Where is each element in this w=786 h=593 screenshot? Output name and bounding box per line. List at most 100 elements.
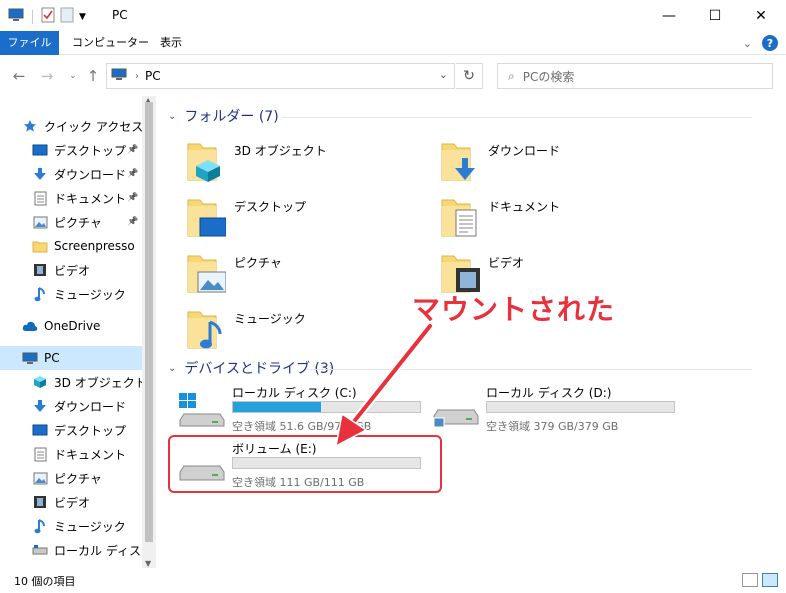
sidebar-item[interactable]: ミュージック bbox=[0, 282, 142, 306]
sidebar-item-label: ミュージック bbox=[54, 519, 126, 534]
sidebar-item[interactable]: デスクトップ 📌 bbox=[0, 138, 142, 162]
folder-item[interactable]: ドキュメント bbox=[440, 192, 670, 240]
folder-item[interactable]: ピクチャ bbox=[186, 248, 416, 296]
folder-item[interactable]: デスクトップ bbox=[186, 192, 416, 240]
new-folder-icon[interactable] bbox=[60, 7, 74, 26]
chevron-down-icon[interactable]: ⌄ bbox=[439, 68, 448, 81]
scrollbar-thumb[interactable] bbox=[145, 102, 153, 542]
arrow-left-icon: ← bbox=[12, 67, 26, 85]
up-button[interactable]: ↑ bbox=[82, 65, 104, 87]
pin-icon[interactable]: 📌 bbox=[127, 145, 138, 155]
download-icon bbox=[32, 166, 48, 182]
sidebar-item[interactable]: クイック アクセス bbox=[0, 114, 143, 138]
quick-access-toolbar: ▼ bbox=[8, 7, 86, 26]
sidebar-item-label: ピクチャ bbox=[54, 215, 102, 230]
arrow-right-icon: → bbox=[40, 67, 54, 85]
sidebar-item[interactable]: ダウンロード bbox=[0, 394, 142, 418]
annotation-arrow bbox=[334, 322, 434, 448]
sidebar-item[interactable]: 3D オブジェクト bbox=[0, 370, 147, 394]
maximize-button[interactable]: ☐ bbox=[692, 0, 738, 31]
sidebar-item-label: デスクトップ bbox=[54, 423, 127, 438]
folder-item[interactable]: 3D オブジェクト bbox=[186, 136, 416, 184]
sidebar-item[interactable]: PC bbox=[0, 346, 142, 370]
window-title: PC bbox=[112, 8, 128, 22]
chevron-down-icon: ⌄ bbox=[69, 71, 77, 81]
pin-icon[interactable]: 📌 bbox=[127, 217, 138, 227]
sidebar-scrollbar[interactable]: ▲ ▼ bbox=[142, 96, 156, 568]
sidebar-item-label: ビデオ bbox=[54, 495, 91, 510]
search-placeholder: PCの検索 bbox=[522, 69, 575, 84]
sidebar-item-label: Screenpresso bbox=[54, 239, 135, 253]
content-pane: ⌄ フォルダー (7) 3D オブジェクト ダウンロード デスクトップ ドキュメントピ… bbox=[158, 96, 786, 568]
breadcrumb-pc[interactable]: PC bbox=[145, 69, 161, 83]
video-icon bbox=[32, 262, 48, 278]
group-header-devices[interactable]: ⌄ デバイスとドライブ (3) bbox=[168, 358, 334, 378]
help-icon[interactable]: ? bbox=[762, 35, 778, 51]
sidebar-item[interactable]: ミュージック bbox=[0, 514, 142, 538]
folder-icon bbox=[32, 238, 48, 254]
sidebar-item[interactable]: Screenpresso bbox=[0, 234, 142, 258]
drive-usage-bar bbox=[486, 401, 675, 413]
customize-qat-icon[interactable]: ▼ bbox=[79, 12, 86, 22]
refresh-button[interactable]: ↻ bbox=[456, 63, 483, 89]
pc-icon[interactable] bbox=[8, 8, 24, 25]
back-button[interactable]: ← bbox=[8, 65, 30, 87]
search-icon: ⌕ bbox=[508, 68, 515, 83]
sidebar-item[interactable]: OneDrive bbox=[0, 314, 142, 338]
tab-view[interactable]: 表示 bbox=[148, 31, 194, 55]
pc-icon bbox=[22, 350, 38, 366]
sidebar-item[interactable]: ドキュメント 📌 bbox=[0, 186, 142, 210]
sidebar-item[interactable]: ピクチャ 📌 bbox=[0, 210, 142, 234]
sidebar-item[interactable]: ローカル ディスク (C bbox=[0, 538, 156, 562]
minimize-button[interactable]: — bbox=[646, 0, 692, 31]
chevron-down-icon: ⌄ bbox=[168, 362, 177, 374]
expand-ribbon-icon[interactable]: ⌄ bbox=[743, 37, 752, 50]
desktop-folder-icon bbox=[186, 192, 227, 238]
forward-button[interactable]: → bbox=[36, 65, 58, 87]
search-box[interactable]: ⌕ PCの検索 bbox=[497, 63, 773, 89]
title-bar: ▼ PC — ☐ ✕ bbox=[0, 0, 786, 31]
sidebar-item-label: ドキュメント bbox=[54, 191, 127, 206]
sidebar-item[interactable]: ピクチャ bbox=[0, 466, 142, 490]
chevron-down-icon: ⌄ bbox=[168, 110, 177, 122]
scroll-down-icon[interactable]: ▼ bbox=[145, 559, 151, 568]
group-header-folders[interactable]: ⌄ フォルダー (7) bbox=[168, 106, 279, 126]
drive-free-space: 空き領域 379 GB/379 GB bbox=[486, 420, 619, 433]
pin-icon[interactable]: 📌 bbox=[127, 169, 138, 179]
folder-item[interactable]: ダウンロード bbox=[440, 136, 670, 184]
sidebar-item[interactable]: ビデオ bbox=[0, 258, 142, 282]
sidebar-item-label: ピクチャ bbox=[54, 471, 102, 486]
cube-icon bbox=[32, 374, 48, 390]
download-icon bbox=[32, 398, 48, 414]
sidebar-item[interactable]: ビデオ bbox=[0, 490, 142, 514]
picture-folder-icon bbox=[186, 248, 227, 294]
sidebar-item-label: デスクトップ bbox=[54, 143, 127, 158]
folder-label: ピクチャ bbox=[234, 256, 282, 270]
recent-locations-button[interactable]: ⌄ bbox=[62, 65, 84, 87]
sidebar-item[interactable]: ドキュメント bbox=[0, 442, 142, 466]
sidebar-item[interactable]: ダウンロード 📌 bbox=[0, 162, 142, 186]
star-icon bbox=[22, 118, 38, 134]
pin-icon[interactable]: 📌 bbox=[127, 193, 138, 203]
sidebar-item-label: ドキュメント bbox=[54, 447, 127, 462]
status-bar: 10 個の項目 bbox=[0, 568, 786, 593]
sidebar-item-label: ローカル ディスク (C bbox=[54, 543, 156, 558]
group-title: デバイスとドライブ (3) bbox=[184, 361, 335, 377]
large-icons-view-button[interactable] bbox=[762, 573, 778, 587]
sidebar-item[interactable]: デスクトップ bbox=[0, 418, 142, 442]
folder-label: ミュージック bbox=[234, 312, 306, 326]
tab-file[interactable]: ファイル bbox=[0, 31, 59, 55]
navigation-bar: ← → ⌄ ↑ › PC ⌄ ↻ ⌕ PCの検索 bbox=[0, 56, 786, 96]
arrow-up-icon: ↑ bbox=[86, 67, 100, 85]
tab-computer[interactable]: コンピューター bbox=[60, 31, 161, 55]
address-bar[interactable]: › PC ⌄ bbox=[106, 63, 455, 89]
close-button[interactable]: ✕ bbox=[738, 0, 784, 31]
drive-item[interactable]: ローカル ディスク (D:) 空き領域 379 GB/379 GB bbox=[432, 384, 692, 433]
picture-icon bbox=[32, 470, 48, 486]
properties-icon[interactable] bbox=[41, 7, 55, 26]
drive-name: ローカル ディスク (D:) bbox=[486, 386, 612, 400]
annotation-text: マウントされた bbox=[412, 293, 616, 326]
desktop-icon bbox=[32, 142, 48, 158]
sidebar-item-label: PC bbox=[44, 351, 60, 365]
details-view-button[interactable] bbox=[742, 573, 758, 587]
